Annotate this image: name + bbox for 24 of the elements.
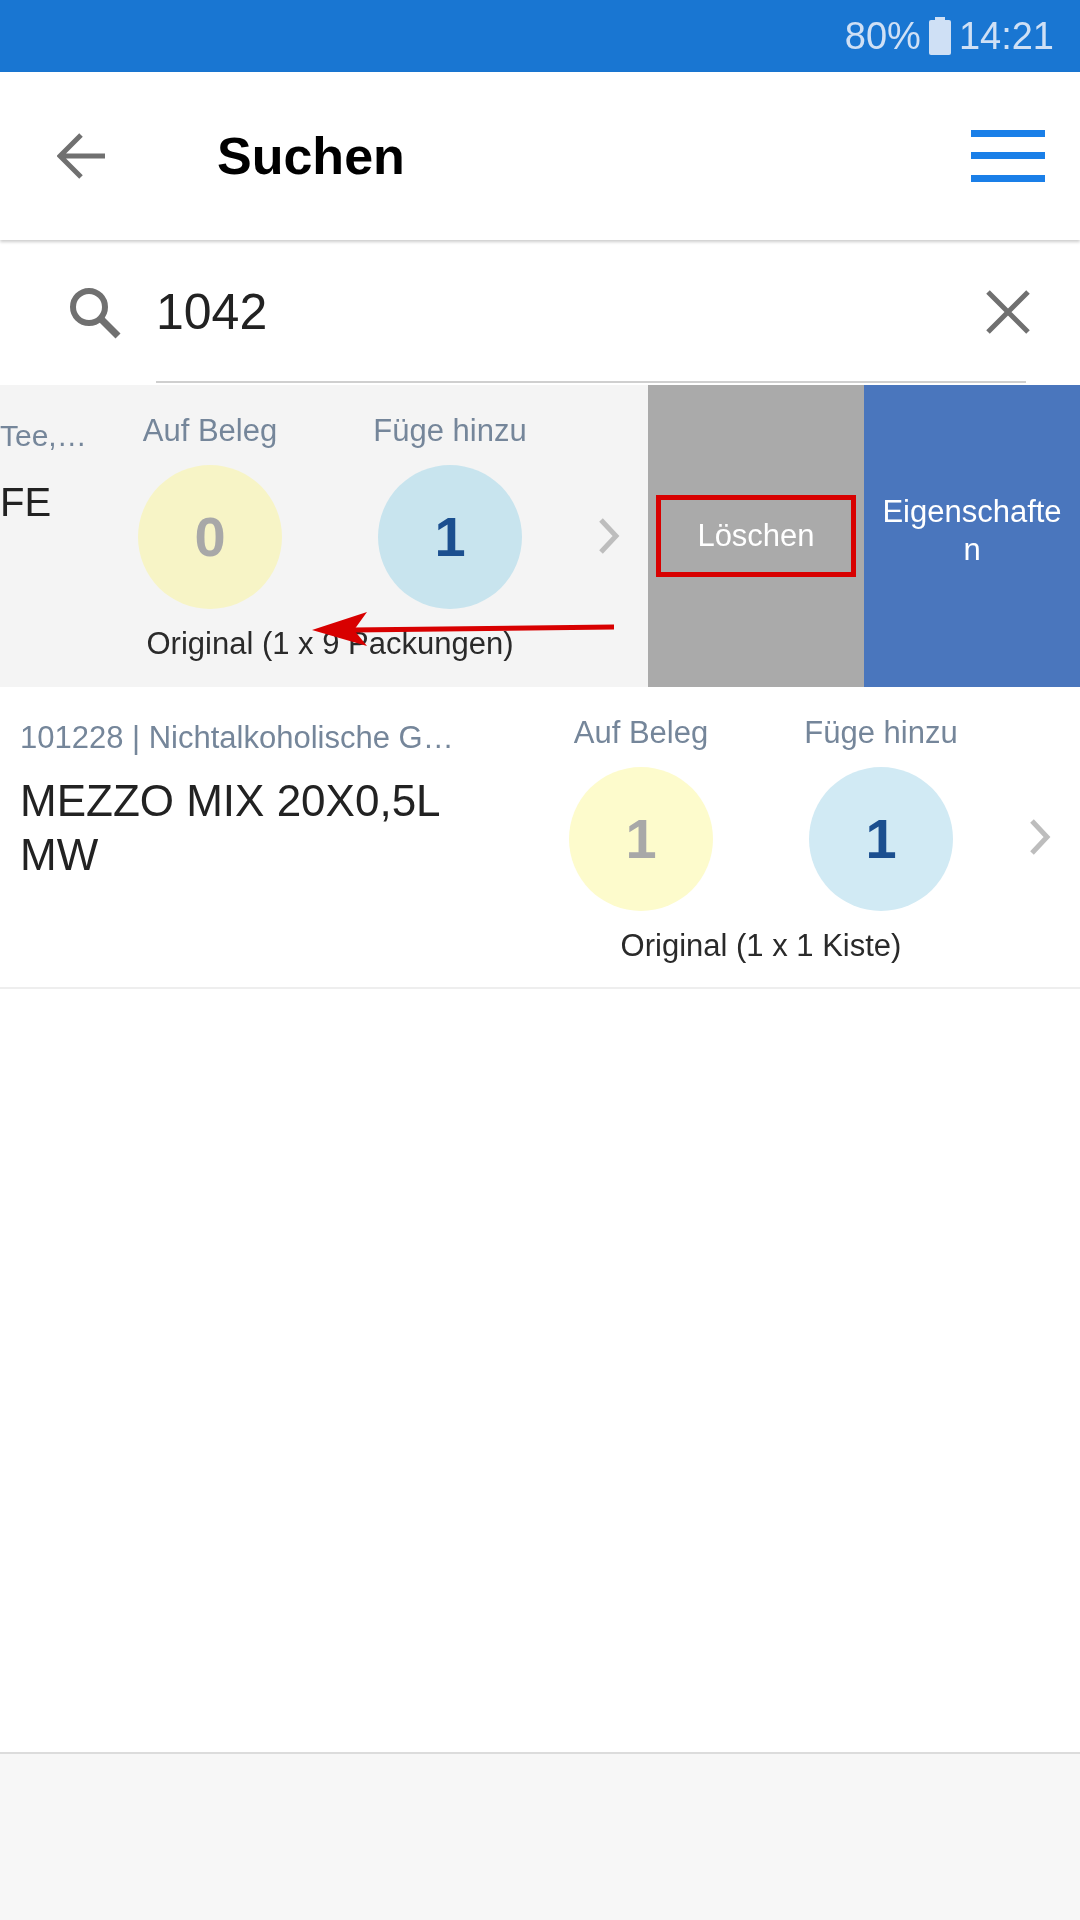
clear-button[interactable] bbox=[986, 290, 1030, 334]
search-field[interactable]: 1042 bbox=[156, 242, 1026, 383]
product-name: MEZZO MIX 20X0,5L MW bbox=[20, 774, 440, 881]
counter-label: Füge hinzu bbox=[804, 714, 958, 752]
clock-time: 14:21 bbox=[958, 13, 1054, 59]
counter-label: Auf Beleg bbox=[573, 714, 709, 752]
battery-icon bbox=[928, 17, 951, 55]
menu-icon bbox=[971, 130, 1045, 182]
counter-label: Auf Beleg bbox=[142, 412, 278, 450]
chevron-right-icon bbox=[598, 517, 620, 555]
close-icon bbox=[986, 290, 1030, 334]
properties-button[interactable]: Eigenschaften bbox=[864, 385, 1080, 687]
product-name: FE bbox=[0, 479, 53, 526]
pack-caption: Original (1 x 1 Kiste) bbox=[620, 927, 902, 965]
add-count[interactable]: 1 bbox=[378, 465, 522, 609]
back-arrow-icon bbox=[57, 132, 107, 180]
product-meta: 101228 | Nichtalkoholische G… bbox=[20, 719, 455, 757]
search-icon bbox=[68, 285, 122, 340]
product-meta: Tee,… bbox=[0, 418, 88, 454]
counter-label: Füge hinzu bbox=[373, 412, 527, 450]
add-count[interactable]: 1 bbox=[809, 767, 953, 911]
chevron-right-icon bbox=[1029, 818, 1051, 856]
page-title: Suchen bbox=[217, 126, 405, 187]
battery-percent: 80% bbox=[844, 13, 921, 59]
